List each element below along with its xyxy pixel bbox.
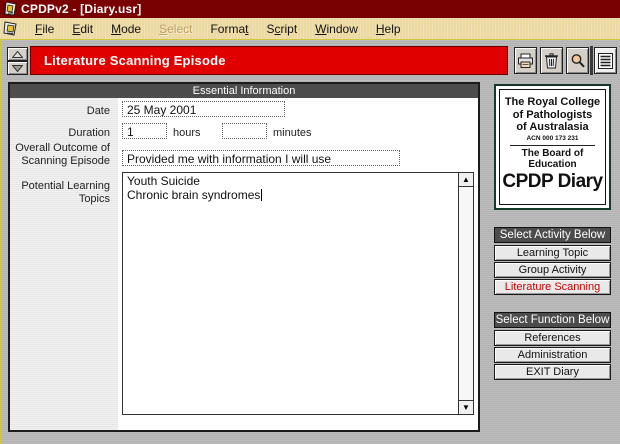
menu-item-file[interactable]: File bbox=[26, 20, 63, 38]
date-input[interactable]: 25 May 2001 bbox=[122, 101, 285, 117]
triangle-down-icon bbox=[12, 65, 23, 72]
window-title: CPDPv2 - [Diary.usr] bbox=[21, 2, 141, 16]
app-icon bbox=[3, 2, 17, 16]
topics-line-1: Youth Suicide bbox=[127, 174, 200, 188]
toolbar-separator bbox=[590, 46, 593, 75]
episode-form-panel: Essential Information Date 25 May 2001 D… bbox=[8, 82, 480, 432]
delete-button[interactable] bbox=[540, 47, 563, 74]
logo-inner-frame: The Royal College of Pathologists of Aus… bbox=[499, 89, 606, 205]
application-window: CPDPv2 - [Diary.usr] File Edit Mode Sele… bbox=[0, 0, 620, 444]
logo-board-line: The Board of Education bbox=[500, 148, 605, 170]
administration-button[interactable]: Administration bbox=[494, 347, 611, 363]
menu-bar: File Edit Mode Select Format Script Wind… bbox=[0, 18, 620, 39]
list-icon bbox=[598, 53, 613, 69]
triangle-up-icon bbox=[12, 51, 23, 58]
hours-label: hours bbox=[173, 127, 201, 139]
logo-product-name: CPDP Diary bbox=[500, 171, 605, 193]
minutes-label: minutes bbox=[273, 127, 312, 139]
record-spinner bbox=[7, 47, 28, 75]
function-section-header: Select Function Below bbox=[494, 312, 611, 328]
print-button[interactable] bbox=[514, 47, 537, 74]
list-view-button[interactable] bbox=[594, 47, 617, 74]
topics-label-line2: Topics bbox=[10, 193, 110, 205]
spin-up-button[interactable] bbox=[7, 47, 28, 61]
section-banner-title: Literature Scanning Episode bbox=[31, 53, 226, 68]
print-icon bbox=[517, 53, 534, 69]
scroll-up-icon[interactable]: ▲ bbox=[459, 173, 473, 187]
menu-divider bbox=[0, 39, 620, 40]
textarea-scrollbar[interactable]: ▲ ▼ bbox=[458, 173, 473, 414]
text-caret bbox=[261, 189, 262, 201]
sidebar: The Royal College of Pathologists of Aus… bbox=[494, 84, 611, 384]
menu-item-format[interactable]: Format bbox=[201, 20, 257, 38]
outcome-input[interactable]: Provided me with information I will use bbox=[122, 150, 400, 166]
document-icon[interactable] bbox=[3, 21, 18, 36]
menu-item-window[interactable]: Window bbox=[306, 20, 367, 38]
literature-scanning-button[interactable]: Literature Scanning bbox=[494, 279, 611, 295]
logo-acn: ACN 000 173 231 bbox=[500, 135, 605, 142]
form-section-header: Essential Information bbox=[10, 84, 478, 98]
topics-textarea[interactable]: Youth Suicide Chronic brain syndromes ▲ … bbox=[122, 172, 474, 415]
logo-line-3: of Australasia bbox=[500, 121, 605, 134]
date-label: Date bbox=[10, 105, 110, 117]
menu-item-edit[interactable]: Edit bbox=[63, 20, 102, 38]
duration-minutes-input[interactable] bbox=[222, 123, 267, 139]
duration-label: Duration bbox=[10, 127, 110, 139]
group-activity-button[interactable]: Group Activity bbox=[494, 262, 611, 278]
outcome-label-line1: Overall Outcome of bbox=[10, 142, 110, 154]
menu-item-select: Select bbox=[150, 20, 201, 38]
window-left-edge bbox=[0, 40, 2, 444]
trash-icon bbox=[544, 53, 559, 69]
spin-down-button[interactable] bbox=[7, 61, 28, 75]
logo-divider bbox=[510, 145, 595, 146]
menu-item-mode[interactable]: Mode bbox=[102, 20, 150, 38]
search-icon bbox=[570, 53, 586, 69]
logo-line-2: of Pathologists bbox=[500, 109, 605, 122]
menu-item-help[interactable]: Help bbox=[367, 20, 410, 38]
exit-diary-button[interactable]: EXIT Diary bbox=[494, 364, 611, 380]
menu-item-script[interactable]: Script bbox=[257, 20, 306, 38]
scroll-down-icon[interactable]: ▼ bbox=[459, 400, 473, 414]
topics-label-line1: Potential Learning bbox=[10, 180, 110, 192]
references-button[interactable]: References bbox=[494, 330, 611, 346]
logo-line-1: The Royal College bbox=[500, 96, 605, 109]
learning-topic-button[interactable]: Learning Topic bbox=[494, 245, 611, 261]
title-bar[interactable]: CPDPv2 - [Diary.usr] bbox=[0, 0, 620, 18]
outcome-label-line2: Scanning Episode bbox=[10, 155, 110, 167]
topics-line-2: Chronic brain syndromes bbox=[127, 188, 260, 202]
activity-section-header: Select Activity Below bbox=[494, 227, 611, 243]
find-button[interactable] bbox=[566, 47, 589, 74]
duration-hours-input[interactable]: 1 bbox=[122, 123, 167, 139]
section-banner: Literature Scanning Episode bbox=[30, 46, 508, 75]
organisation-logo: The Royal College of Pathologists of Aus… bbox=[494, 84, 611, 210]
